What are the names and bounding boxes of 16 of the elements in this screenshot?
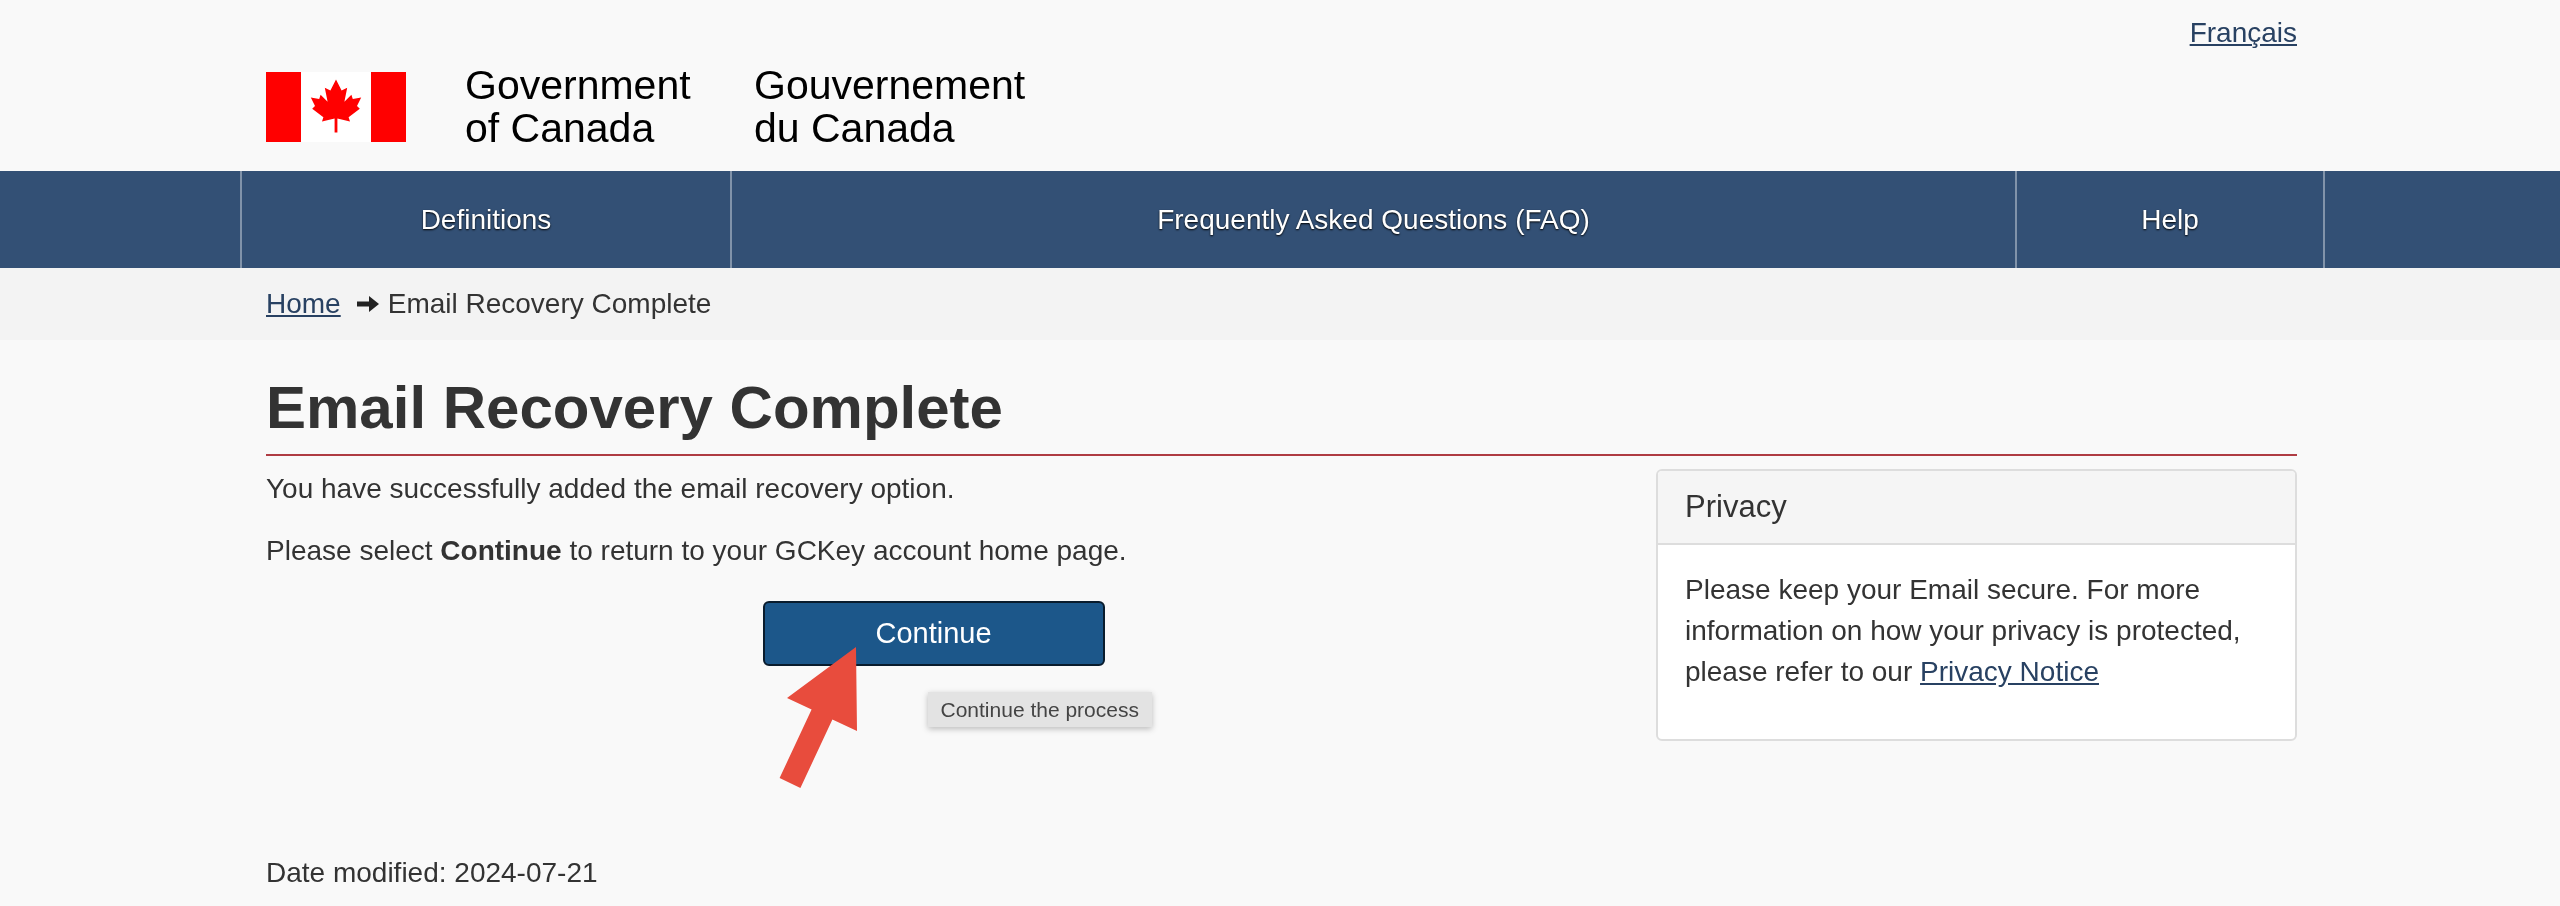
body-text: Please select Continue to return to your GCKey account home page.: [266, 534, 1128, 568]
arrow-right-icon: [356, 296, 379, 312]
breadcrumb-link[interactable]: Home: [266, 288, 341, 320]
privacy-notice-link[interactable]: Privacy Notice: [1920, 656, 2099, 687]
breadcrumb-current: Email Recovery Complete: [387, 288, 712, 320]
date-modified: Date modified: 2024-07-21: [266, 856, 598, 890]
body-text: You have successfully added the email recovery option.: [266, 472, 956, 506]
wordmark-text: Gouvernement du Canada: [754, 64, 1027, 150]
panel-text: Please keep your Email secure. For more information on how your privacy is protected, please refer to our Privacy Notice: [1685, 573, 2242, 689]
flag-icon: [266, 72, 406, 142]
continue-button[interactable]: Continue: [762, 601, 1105, 666]
language-link[interactable]: Français: [2189, 14, 2297, 52]
tooltip: Continue the process: [927, 692, 1152, 727]
page-title: Email Recovery Complete: [266, 373, 1004, 443]
panel-title: Privacy: [1685, 489, 1787, 525]
wordmark-text: Government of Canada: [465, 64, 692, 150]
